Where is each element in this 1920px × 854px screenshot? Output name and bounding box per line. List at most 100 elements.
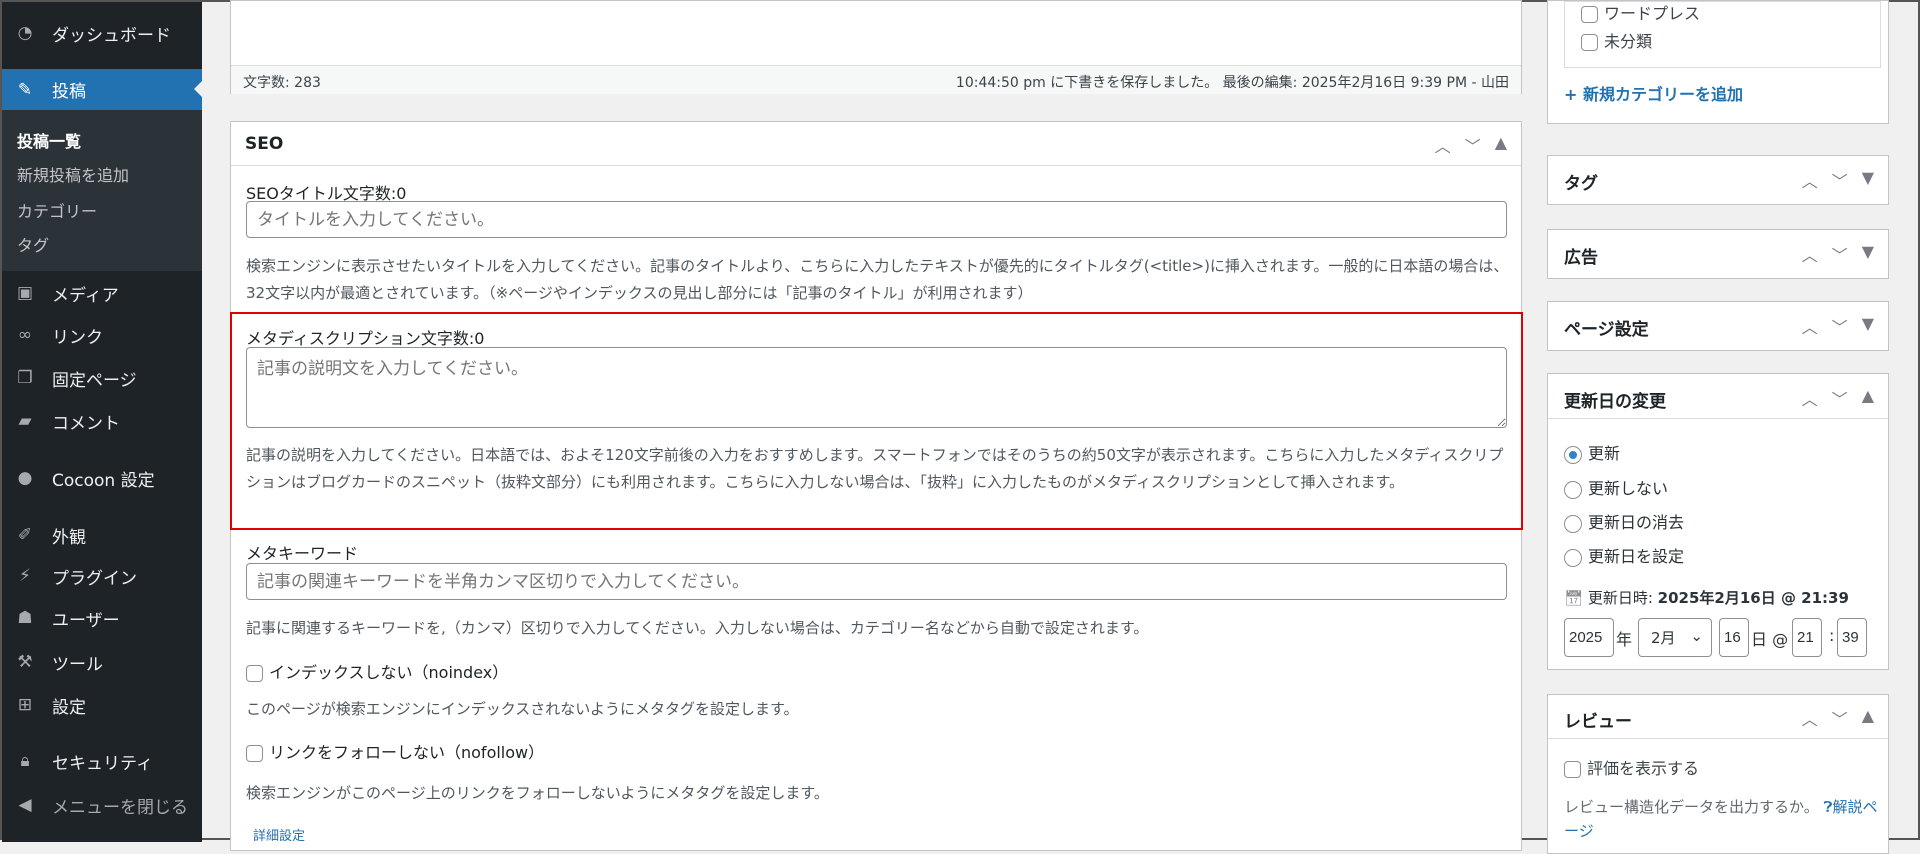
category-item[interactable]: 未分類 — [1581, 28, 1652, 52]
update-date-title: 更新日の変更 — [1564, 392, 1666, 412]
categories-metabox: ワードプレス 未分類 + 新規カテゴリーを追加 — [1547, 0, 1889, 124]
move-down-icon[interactable]: ﹀ — [1465, 133, 1481, 157]
nofollow-option[interactable]: リンクをフォローしない（nofollow） — [246, 739, 544, 763]
user-icon: ☗ — [17, 608, 33, 628]
chevron-down-icon: ⌄ — [1690, 627, 1703, 645]
move-up-icon[interactable]: ︿ — [1802, 386, 1818, 410]
sidebar-item-settings[interactable]: ⊞ 設定 — [2, 688, 202, 722]
meta-keyword-input[interactable] — [246, 563, 1507, 600]
collapse-icon: ◀ — [18, 795, 32, 815]
sidebar-item-links[interactable]: ∞ リンク — [2, 318, 202, 352]
move-up-icon[interactable]: ︿ — [1802, 706, 1818, 730]
radio-clear-date[interactable]: 更新日の消去 — [1564, 509, 1684, 533]
move-up-icon[interactable]: ︿ — [1435, 133, 1451, 157]
submenu-tags[interactable]: タグ — [17, 232, 49, 256]
pin-icon: ✎ — [17, 79, 33, 100]
radio-button[interactable] — [1564, 445, 1582, 464]
category-checkbox[interactable] — [1581, 6, 1598, 23]
show-rating-option[interactable]: 評価を表示する — [1564, 755, 1699, 779]
category-list: ワードプレス 未分類 — [1564, 1, 1881, 68]
page-icon: ❐ — [17, 368, 33, 388]
sidebar-item-posts[interactable]: ✎ 投稿 — [2, 69, 202, 110]
radio-button[interactable] — [1564, 480, 1582, 499]
collapse-toggle-icon[interactable]: ▲ — [1495, 133, 1507, 157]
sidebar-item-plugins[interactable]: ⚡ プラグイン — [2, 559, 202, 593]
sidebar-item-security[interactable]: 🔒︎ セキュリティ — [2, 744, 202, 778]
meta-keyword-label: メタキーワード — [246, 544, 359, 563]
plugin-icon: ⚡ — [19, 566, 31, 586]
noindex-help: このページが検索エンジンにインデックスされないようにメタタグを設定します。 — [246, 700, 799, 718]
move-up-icon[interactable]: ︿ — [1802, 242, 1818, 266]
radio-button[interactable] — [1564, 514, 1582, 533]
sidebar-item-users[interactable]: ☗ ユーザー — [2, 601, 202, 635]
noindex-option[interactable]: インデックスしない（noindex） — [246, 659, 508, 683]
sidebar-item-comments[interactable]: ▰ コメント — [2, 404, 202, 438]
review-title: レビュー — [1564, 712, 1632, 732]
admin-sidebar: ◔ ダッシュボード ✎ 投稿 投稿一覧 新規投稿を追加 カテゴリー タグ ▣ メディア… — [2, 2, 202, 842]
radio-update[interactable]: 更新 — [1564, 440, 1620, 464]
month-select[interactable]: 2月 ⌄ — [1638, 618, 1712, 657]
sidebar-item-appearance[interactable]: ✐ 外観 — [2, 518, 202, 552]
category-checkbox[interactable] — [1581, 34, 1598, 51]
minute-input[interactable] — [1837, 618, 1867, 657]
wrench-icon: ⚒ — [17, 652, 33, 672]
add-category-link[interactable]: + 新規カテゴリーを追加 — [1564, 81, 1743, 105]
sidebar-item-dashboard[interactable]: ◔ ダッシュボード — [2, 16, 202, 50]
collapse-menu-button[interactable]: ◀ メニューを閉じる — [2, 788, 202, 822]
move-down-icon[interactable]: ﹀ — [1832, 706, 1848, 730]
sidebar-item-cocoon[interactable]: ● Cocoon 設定 — [2, 461, 202, 495]
radio-set-date[interactable]: 更新日を設定 — [1564, 543, 1684, 567]
move-down-icon[interactable]: ﹀ — [1832, 242, 1848, 266]
brush-icon: ✐ — [17, 525, 33, 545]
nofollow-checkbox[interactable] — [246, 745, 263, 762]
year-input[interactable] — [1564, 618, 1614, 657]
page-settings-title: ページ設定 — [1564, 320, 1649, 340]
meta-description-textarea[interactable] — [246, 347, 1507, 428]
move-down-icon[interactable]: ﹀ — [1832, 314, 1848, 338]
radio-button[interactable] — [1564, 548, 1582, 567]
tags-title: タグ — [1564, 174, 1598, 194]
noindex-checkbox[interactable] — [246, 665, 263, 682]
move-down-icon[interactable]: ﹀ — [1832, 386, 1848, 410]
ads-title: 広告 — [1564, 248, 1598, 268]
lock-icon: 🔒︎ — [20, 751, 30, 771]
hour-input[interactable] — [1792, 618, 1822, 657]
show-rating-checkbox[interactable] — [1564, 761, 1581, 778]
sidebar-item-tools[interactable]: ⚒ ツール — [2, 645, 202, 679]
collapse-toggle-icon[interactable]: ▲ — [1862, 706, 1874, 730]
meta-description-count-label: メタディスクリプション文字数:0 — [246, 329, 485, 348]
editor-status-bar: 文字数: 283 10:44:50 pm に下書きを保存しました。 最後の編集:… — [231, 65, 1521, 94]
submenu-add-new[interactable]: 新規投稿を追加 — [17, 162, 129, 186]
move-down-icon[interactable]: ﹀ — [1832, 168, 1848, 192]
time-colon: : — [1829, 626, 1835, 645]
page-settings-metabox[interactable]: ページ設定 ︿ ﹀ ▼ — [1547, 301, 1889, 351]
meta-description-help: 記事の説明を入力してください。日本語では、およそ120文字前後の入力をおすすめし… — [246, 446, 1504, 491]
day-input[interactable] — [1719, 618, 1749, 657]
seo-title-description: 検索エンジンに表示させたいタイトルを入力してください。記事のタイトルより、こちら… — [246, 257, 1509, 302]
expand-toggle-icon[interactable]: ▼ — [1862, 242, 1874, 266]
expand-toggle-icon[interactable]: ▼ — [1862, 168, 1874, 192]
sidebar-item-media[interactable]: ▣ メディア — [2, 276, 202, 310]
move-up-icon[interactable]: ︿ — [1802, 168, 1818, 192]
submenu-categories[interactable]: カテゴリー — [17, 198, 97, 222]
link-icon: ∞ — [17, 325, 33, 345]
nofollow-help: 検索エンジンがこのページ上のリンクをフォローしないようにメタタグを設定します。 — [246, 784, 829, 802]
expand-toggle-icon[interactable]: ▼ — [1862, 314, 1874, 338]
word-count: 文字数: 283 — [243, 75, 321, 91]
collapse-toggle-icon[interactable]: ▲ — [1862, 386, 1874, 410]
submenu-all-posts[interactable]: 投稿一覧 — [17, 128, 81, 152]
tags-metabox[interactable]: タグ ︿ ﹀ ▼ — [1547, 155, 1889, 205]
seo-title-input[interactable] — [246, 201, 1507, 238]
media-icon: ▣ — [16, 283, 34, 303]
ads-metabox[interactable]: 広告 ︿ ﹀ ▼ — [1547, 229, 1889, 279]
category-item[interactable]: ワードプレス — [1581, 0, 1700, 24]
move-up-icon[interactable]: ︿ — [1802, 314, 1818, 338]
seo-header: SEO ︿ ﹀ ▲ — [231, 122, 1521, 166]
radio-no-update[interactable]: 更新しない — [1564, 475, 1668, 499]
sidebar-item-pages[interactable]: ❐ 固定ページ — [2, 361, 202, 395]
help-icon: ❓︎ — [1823, 798, 1833, 816]
editor-area[interactable]: 文字数: 283 10:44:50 pm に下書きを保存しました。 最後の編集:… — [230, 0, 1522, 94]
comment-icon: ▰ — [18, 411, 32, 431]
year-suffix: 年 — [1616, 630, 1633, 649]
advanced-settings-link[interactable]: 詳細設定 — [253, 825, 305, 844]
